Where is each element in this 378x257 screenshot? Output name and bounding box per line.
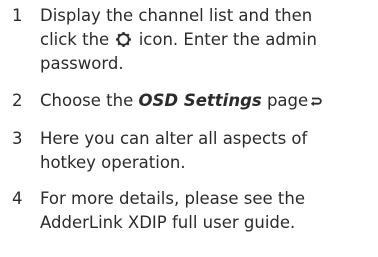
step-text-fragment: page: [261, 91, 309, 110]
step-number: 3: [12, 129, 23, 148]
step-text-line: For more details, please see the: [40, 189, 306, 208]
step-text: Display the channel list and then click …: [40, 4, 376, 76]
step-text-fragment: Choose the: [40, 91, 139, 110]
return-arrow-icon: [310, 97, 322, 107]
step-number: 4: [12, 189, 23, 208]
step-text-line: Here you can alter all aspects of: [40, 129, 308, 148]
step-text-line: password.: [40, 54, 124, 73]
step-text: Choose the OSD Settings page: [40, 89, 376, 113]
gear-icon: [116, 32, 132, 47]
step-text: Here you can alter all aspects of hotkey…: [40, 127, 376, 175]
step-text-fragment: icon. Enter the admin: [138, 30, 317, 49]
step-text-line: AdderLink XDIP full user guide.: [40, 213, 296, 232]
osd-settings-label: OSD Settings: [138, 91, 262, 110]
step-number: 1: [12, 6, 23, 25]
step-number: 2: [12, 91, 23, 110]
step-text-line: Display the channel list and then: [40, 6, 313, 25]
step-text: For more details, please see the AdderLi…: [40, 187, 376, 235]
step-text-line: hotkey operation.: [40, 153, 186, 172]
step-text-fragment: click the: [40, 30, 110, 49]
